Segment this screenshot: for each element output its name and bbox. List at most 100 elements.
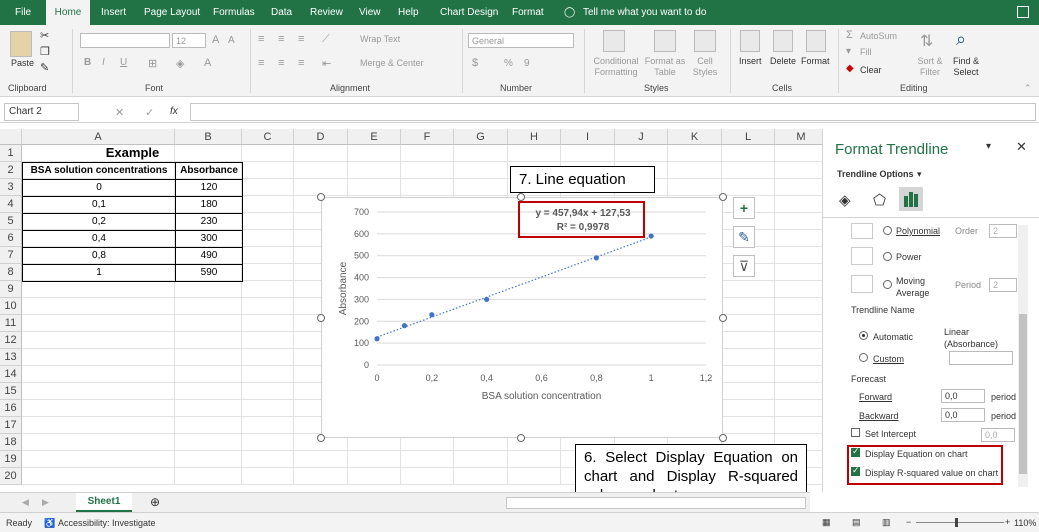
cell-styles-icon[interactable] bbox=[694, 30, 716, 52]
trendline-options-header[interactable]: Trendline Options bbox=[837, 169, 914, 179]
column-header-h[interactable]: H bbox=[508, 129, 561, 145]
data-cell-absorbance[interactable]: 180 bbox=[175, 196, 243, 214]
data-cell-concentration[interactable]: 0,2 bbox=[22, 213, 176, 231]
header-cell-concentration[interactable]: BSA solution concentrations bbox=[22, 162, 176, 180]
tab-home[interactable]: Home bbox=[46, 0, 90, 25]
tab-chart-design[interactable]: Chart Design bbox=[440, 0, 498, 25]
delete-cells-icon[interactable] bbox=[773, 30, 793, 52]
merge-center-button[interactable]: Merge & Center bbox=[360, 58, 424, 68]
pane-scroll-thumb[interactable] bbox=[1019, 314, 1027, 474]
enter-icon[interactable]: ✓ bbox=[145, 106, 154, 119]
power-radio[interactable] bbox=[883, 252, 892, 261]
row-header-15[interactable]: 15 bbox=[0, 383, 22, 400]
wrap-text-button[interactable]: Wrap Text bbox=[360, 34, 400, 44]
delete-cells-button[interactable]: Delete bbox=[770, 56, 796, 66]
accessibility-status[interactable]: Accessibility: Investigate bbox=[58, 518, 156, 528]
format-as-table-icon[interactable] bbox=[654, 30, 676, 52]
data-cell-absorbance[interactable]: 230 bbox=[175, 213, 243, 231]
tab-file[interactable]: File bbox=[15, 0, 31, 25]
insert-cells-icon[interactable] bbox=[740, 30, 760, 52]
row-header-9[interactable]: 9 bbox=[0, 281, 22, 298]
backward-input[interactable]: 0,0 bbox=[941, 408, 985, 422]
fill-line-icon[interactable]: ◈ bbox=[839, 191, 851, 209]
underline-button[interactable]: U bbox=[120, 57, 127, 68]
accessibility-icon[interactable]: ♿ bbox=[44, 518, 55, 529]
zoom-slider[interactable] bbox=[916, 522, 1004, 523]
resize-handle[interactable] bbox=[317, 434, 325, 442]
zoom-out-icon[interactable]: − bbox=[906, 517, 911, 527]
polynomial-radio[interactable] bbox=[883, 226, 892, 235]
chart-filters-button[interactable]: ⊽ bbox=[733, 255, 755, 277]
intercept-input[interactable]: 0,0 bbox=[981, 428, 1015, 442]
effects-icon[interactable]: ⬠ bbox=[873, 191, 886, 209]
shrink-font-icon[interactable]: A bbox=[228, 35, 235, 46]
custom-name-input[interactable] bbox=[949, 351, 1013, 365]
autosum-button[interactable]: AutoSum bbox=[860, 31, 897, 41]
italic-button[interactable]: I bbox=[102, 57, 105, 68]
sheet-tab-sheet1[interactable]: Sheet1 bbox=[76, 493, 132, 512]
row-header-3[interactable]: 3 bbox=[0, 179, 22, 196]
row-header-19[interactable]: 19 bbox=[0, 451, 22, 468]
grow-font-icon[interactable]: A bbox=[212, 34, 219, 46]
next-sheet-icon[interactable]: ▶ bbox=[42, 497, 49, 508]
column-header-e[interactable]: E bbox=[348, 129, 401, 145]
column-header-d[interactable]: D bbox=[294, 129, 348, 145]
data-cell-absorbance[interactable]: 300 bbox=[175, 230, 243, 248]
row-header-5[interactable]: 5 bbox=[0, 213, 22, 230]
copy-icon[interactable]: ❐ bbox=[40, 45, 50, 58]
top-align-icon[interactable]: ≡ bbox=[258, 33, 264, 45]
resize-handle[interactable] bbox=[517, 193, 525, 201]
fill-color-icon[interactable]: ◈ bbox=[176, 57, 184, 70]
column-header-j[interactable]: J bbox=[615, 129, 668, 145]
row-header-8[interactable]: 8 bbox=[0, 264, 22, 281]
cut-icon[interactable]: ✂ bbox=[40, 29, 49, 42]
column-header-l[interactable]: L bbox=[722, 129, 775, 145]
resize-handle[interactable] bbox=[317, 314, 325, 322]
cell-styles-button[interactable]: Cell Styles bbox=[688, 56, 722, 78]
fill-button[interactable]: Fill bbox=[860, 47, 872, 57]
eraser-icon[interactable]: ◆ bbox=[846, 63, 854, 74]
column-header-g[interactable]: G bbox=[454, 129, 508, 145]
tab-help[interactable]: Help bbox=[398, 0, 419, 25]
column-header-f[interactable]: F bbox=[401, 129, 454, 145]
chart-styles-button[interactable]: ✎ bbox=[733, 226, 755, 248]
data-cell-absorbance[interactable]: 590 bbox=[175, 264, 243, 282]
font-color-icon[interactable]: A bbox=[204, 57, 211, 69]
add-sheet-icon[interactable]: ⊕ bbox=[150, 495, 160, 509]
clear-button[interactable]: Clear bbox=[860, 65, 882, 75]
collapse-ribbon-icon[interactable]: ⌃ bbox=[1024, 83, 1032, 94]
resize-handle[interactable] bbox=[517, 434, 525, 442]
middle-align-icon[interactable]: ≡ bbox=[278, 33, 284, 45]
row-header-10[interactable]: 10 bbox=[0, 298, 22, 315]
row-header-4[interactable]: 4 bbox=[0, 196, 22, 213]
normal-view-icon[interactable]: ▦ bbox=[822, 517, 831, 528]
zoom-slider-thumb[interactable] bbox=[955, 518, 958, 527]
tell-me-search[interactable]: Tell me what you want to do bbox=[583, 0, 706, 25]
chart-elements-button[interactable]: + bbox=[733, 197, 755, 219]
select-all-corner[interactable] bbox=[0, 129, 22, 145]
period-input[interactable]: 2 bbox=[989, 278, 1017, 292]
bottom-align-icon[interactable]: ≡ bbox=[298, 33, 304, 45]
align-right-icon[interactable]: ≡ bbox=[298, 57, 304, 69]
moving-average-radio[interactable] bbox=[883, 280, 892, 289]
row-header-1[interactable]: 1 bbox=[0, 145, 22, 162]
row-header-6[interactable]: 6 bbox=[0, 230, 22, 247]
automatic-radio[interactable] bbox=[859, 331, 868, 340]
tab-format[interactable]: Format bbox=[512, 0, 544, 25]
column-header-k[interactable]: K bbox=[668, 129, 722, 145]
paste-button[interactable]: Paste bbox=[11, 58, 34, 68]
row-header-20[interactable]: 20 bbox=[0, 468, 22, 485]
row-header-17[interactable]: 17 bbox=[0, 417, 22, 434]
tab-review[interactable]: Review bbox=[310, 0, 343, 25]
data-cell-concentration[interactable]: 0,1 bbox=[22, 196, 176, 214]
resize-handle[interactable] bbox=[719, 193, 727, 201]
format-cells-button[interactable]: Format bbox=[801, 56, 830, 66]
align-left-icon[interactable]: ≡ bbox=[258, 57, 264, 69]
chat-icon[interactable] bbox=[1017, 6, 1029, 18]
indent-icon[interactable]: ⇤ bbox=[322, 57, 331, 70]
tab-view[interactable]: View bbox=[359, 0, 381, 25]
column-header-m[interactable]: M bbox=[775, 129, 828, 145]
row-header-11[interactable]: 11 bbox=[0, 315, 22, 332]
autosum-icon[interactable]: Σ bbox=[846, 29, 853, 41]
row-header-14[interactable]: 14 bbox=[0, 366, 22, 383]
